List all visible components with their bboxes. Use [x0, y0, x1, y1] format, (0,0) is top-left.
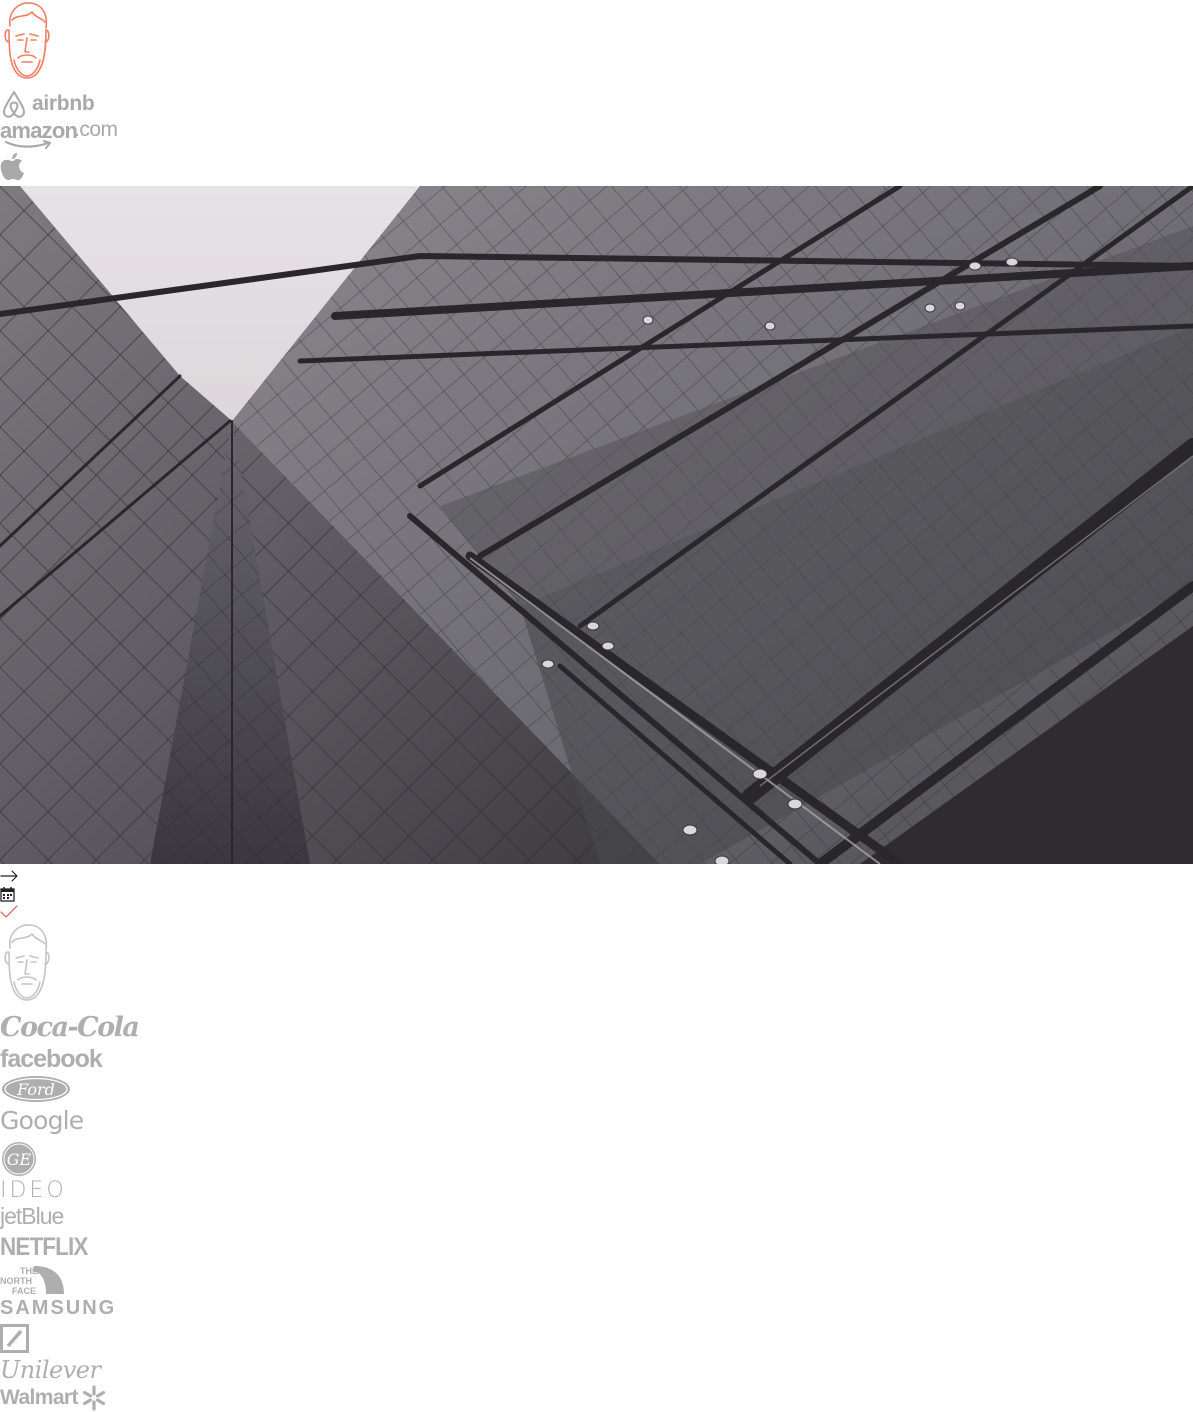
facebook-logo: facebook [0, 1045, 103, 1073]
apple-icon [0, 152, 26, 182]
check-icon [0, 904, 18, 920]
northface-line-3: FACE [12, 1286, 36, 1296]
netflix-logo: NETFLIX [0, 1233, 88, 1261]
walmart-spark-icon [82, 1385, 105, 1411]
the-north-face-logo: THE NORTH FACE [0, 1264, 66, 1296]
calendar-icon [0, 886, 16, 902]
walmart-wordmark: Walmart [0, 1386, 78, 1409]
airbnb-logo: airbnb [0, 88, 95, 120]
deutsche-bank-icon [0, 1324, 30, 1354]
ford-logo: Ford [0, 1074, 72, 1104]
walmart-logo: Walmart [0, 1384, 108, 1412]
amazon-tld: .com [74, 118, 118, 141]
airbnb-icon [3, 91, 25, 118]
airbnb-wordmark: airbnb [32, 92, 95, 115]
samsung-logo: SAMSUNG [0, 1297, 117, 1319]
northface-line-1: THE [20, 1266, 38, 1276]
unilever-logo: Unilever [0, 1356, 101, 1384]
amazon-smile-icon [4, 140, 51, 149]
ideo-logo: IDEO [0, 1178, 67, 1203]
google-logo: Google [0, 1106, 84, 1135]
mascot-illustration-bottom [0, 922, 54, 1008]
mascot-illustration-top [0, 0, 54, 84]
glass-building-illustration [0, 186, 1193, 864]
ge-logo: GE [0, 1140, 38, 1178]
northface-line-2: NORTH [0, 1276, 32, 1286]
jetblue-logo: jetBlue [0, 1203, 64, 1229]
hero-image [0, 186, 1193, 864]
arrow-right-icon [0, 868, 20, 884]
ford-wordmark: Ford [16, 1080, 55, 1099]
coca-cola-logo: Coca-Cola [0, 1012, 140, 1043]
ge-wordmark: GE [7, 1150, 32, 1169]
